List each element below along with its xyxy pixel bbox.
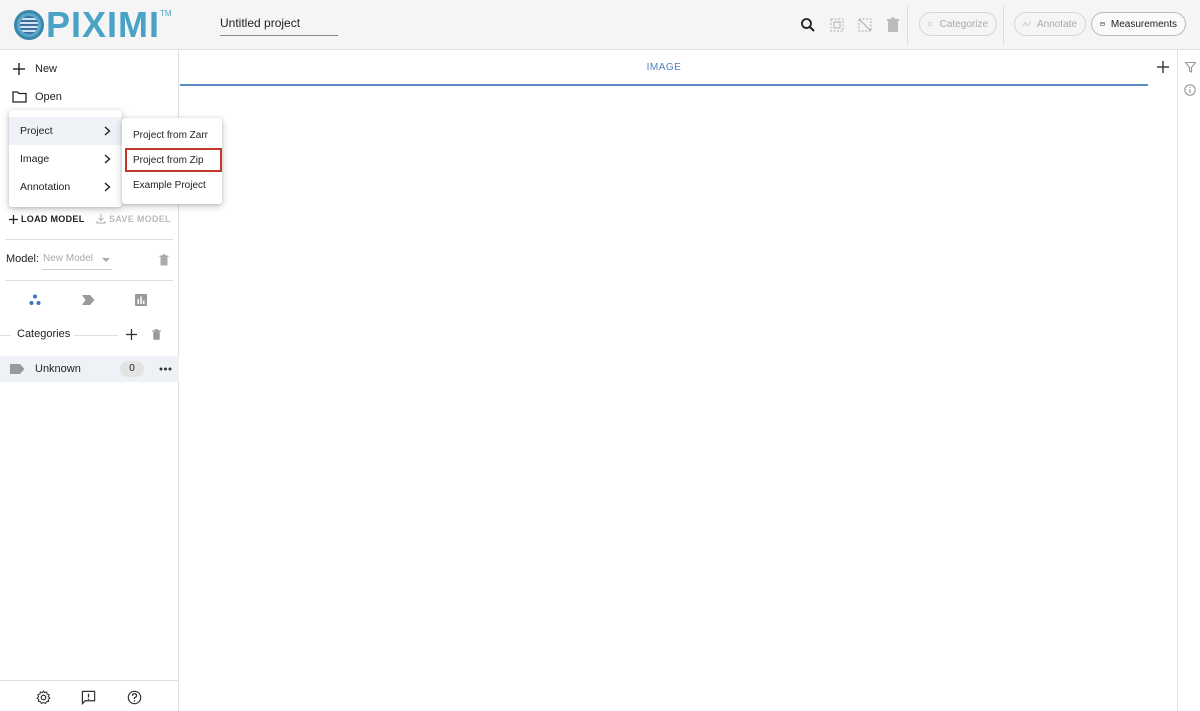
zoom-icon[interactable] (798, 15, 818, 35)
feedback-icon[interactable] (79, 688, 97, 706)
annotate-label: Annotate (1036, 18, 1077, 30)
model-selector-row: Model: New Model (6, 250, 174, 272)
menu-item-label: Example Project (133, 179, 206, 191)
delete-model-icon[interactable] (159, 254, 169, 266)
measurements-button[interactable]: Measurements (1091, 12, 1186, 36)
model-select[interactable]: New Model (42, 250, 112, 270)
settings-icon[interactable] (34, 688, 52, 706)
project-title-input[interactable]: Untitled project (220, 14, 338, 36)
category-row-unknown[interactable]: Unknown 0 (0, 356, 179, 382)
more-options-icon[interactable] (159, 367, 172, 371)
help-icon[interactable] (125, 688, 143, 706)
menu-item-project-from-zarr[interactable]: Project from Zarr (122, 123, 222, 147)
menu-item-annotation[interactable]: Annotation (9, 173, 122, 201)
sidebar-tool-tabs (0, 290, 179, 312)
select-all-icon[interactable] (827, 15, 847, 35)
chart-icon[interactable] (135, 294, 147, 306)
menu-item-label: Annotation (20, 181, 71, 193)
deselect-icon[interactable] (855, 15, 875, 35)
logo-trademark: TM (160, 9, 172, 18)
menu-item-project-from-zip[interactable]: Project from Zip (125, 148, 222, 172)
menu-item-label: Project (20, 125, 53, 137)
menu-item-label: Project from Zip (133, 154, 204, 166)
download-icon (96, 214, 106, 224)
measurements-label: Measurements (1110, 18, 1177, 30)
open-label: Open (35, 91, 62, 103)
load-model-label: LOAD MODEL (21, 214, 85, 224)
draw-icon (1023, 21, 1031, 27)
menu-item-example-project[interactable]: Example Project (122, 173, 222, 197)
tab-image[interactable]: IMAGE (180, 50, 1148, 86)
tab-image-label: IMAGE (646, 61, 682, 73)
categories-label: Categories (17, 328, 71, 340)
ruler-icon (1100, 22, 1105, 26)
annotate-button[interactable]: Annotate (1014, 12, 1086, 36)
open-button[interactable]: Open (0, 83, 179, 111)
categories-header: Categories (0, 326, 179, 344)
categorize-button[interactable]: Categorize (919, 12, 997, 36)
add-tab-icon[interactable] (1154, 58, 1172, 76)
sidebar-footer (0, 680, 179, 711)
label-icon (928, 22, 934, 26)
add-category-icon[interactable] (126, 329, 137, 340)
model-buttons: LOAD MODEL SAVE MODEL (0, 210, 179, 232)
logo-text: PIXIMI (46, 4, 161, 45)
category-count-badge: 0 (120, 361, 144, 377)
categorize-label: Categorize (939, 18, 988, 30)
label-tab-icon[interactable] (82, 295, 95, 305)
new-button[interactable]: New (0, 55, 179, 83)
menu-item-project[interactable]: Project (9, 117, 122, 145)
plus-icon (9, 214, 18, 224)
label-icon (10, 364, 25, 374)
info-icon[interactable] (1183, 83, 1197, 97)
delete-categories-icon[interactable] (152, 329, 161, 340)
open-menu: Project Image Annotation (9, 110, 122, 207)
chevron-right-icon (102, 180, 112, 194)
app-header: PIXIMI TM Untitled project Categorize An… (0, 0, 1200, 50)
logo-icon (14, 10, 44, 40)
project-submenu: Project from Zarr Project from Zip Examp… (122, 118, 222, 204)
chevron-right-icon (102, 152, 112, 166)
model-select-value: New Model (43, 253, 94, 264)
menu-item-label: Project from Zarr (133, 129, 209, 141)
chevron-down-icon (102, 258, 110, 262)
model-label: Model: (6, 253, 40, 265)
category-name: Unknown (35, 363, 81, 375)
folder-icon (10, 88, 28, 106)
menu-item-label: Image (20, 153, 50, 165)
piximi-logo: PIXIMI TM (14, 6, 172, 44)
right-rail (1177, 50, 1200, 711)
save-model-button[interactable]: SAVE MODEL (96, 214, 171, 224)
cluster-icon[interactable] (29, 294, 41, 306)
delete-icon[interactable] (883, 15, 903, 35)
new-label: New (35, 63, 58, 75)
menu-item-image[interactable]: Image (9, 145, 122, 173)
save-model-label: SAVE MODEL (109, 214, 171, 224)
chevron-right-icon (102, 124, 112, 138)
plus-icon (10, 60, 28, 78)
filter-icon[interactable] (1183, 60, 1197, 74)
load-model-button[interactable]: LOAD MODEL (9, 214, 85, 224)
